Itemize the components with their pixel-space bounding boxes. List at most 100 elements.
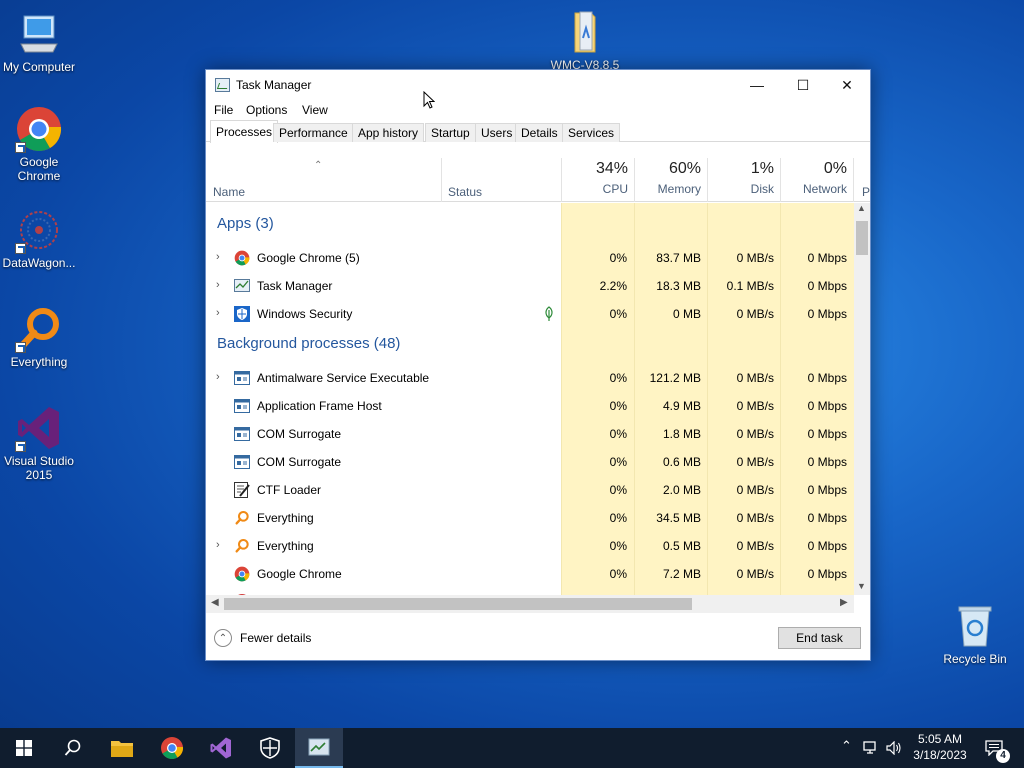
network-value: 0 Mbps	[807, 427, 847, 441]
memory-value: 4.9 MB	[662, 399, 701, 413]
scroll-right-arrow-icon[interactable]: ▶	[840, 597, 848, 608]
desktop-icon-google-chrome[interactable]: Google Chrome	[0, 105, 78, 183]
column-header-network[interactable]: 0% Network	[780, 158, 853, 202]
disk-label: Disk	[750, 182, 774, 196]
fewer-details-toggle[interactable]: ⌃ Fewer details	[214, 627, 324, 649]
desktop-icon-recycle-bin[interactable]: Recycle Bin	[936, 602, 1014, 666]
ctf-loader-icon	[234, 482, 250, 498]
search-icon	[64, 739, 81, 756]
desktop-icon-my-computer[interactable]: My Computer	[0, 10, 78, 74]
taskbar-visual-studio[interactable]	[197, 728, 245, 768]
expand-chevron-icon[interactable]: ›	[216, 307, 220, 319]
process-row[interactable]: › Windows Security 0% 0 MB 0 MB/s 0 Mbps	[206, 300, 854, 328]
tab-performance[interactable]: Performance	[273, 123, 354, 142]
tray-volume[interactable]	[883, 728, 905, 768]
column-header-disk[interactable]: 1% Disk	[707, 158, 780, 202]
network-icon	[863, 741, 876, 754]
tab-services[interactable]: Services	[562, 123, 621, 142]
group-label: Background processes (48)	[217, 335, 401, 352]
task-manager-icon	[234, 278, 250, 294]
vertical-scrollbar[interactable]: ▲ ▼	[854, 203, 870, 595]
disk-value: 0 MB/s	[736, 539, 774, 553]
process-row[interactable]: Application Frame Host 0% 4.9 MB 0 MB/s 0 Mb…	[206, 392, 854, 420]
desktop-icon-wmc-folder[interactable]: WMC-V8.8.5	[546, 8, 624, 72]
process-row[interactable]: Everything 0% 34.5 MB 0 MB/s 0 Mbps	[206, 504, 854, 532]
mouse-cursor-icon	[423, 91, 435, 109]
taskbar-task-manager[interactable]	[295, 728, 343, 768]
tab-details[interactable]: Details	[515, 123, 564, 142]
desktop-icon-datawagon[interactable]: DataWagon...	[0, 206, 78, 270]
taskbar-file-explorer[interactable]	[98, 728, 146, 768]
memory-value: 34.5 MB	[656, 511, 701, 525]
process-row[interactable]: CTF Loader 0% 2.0 MB 0 MB/s 0 Mbps	[206, 476, 854, 504]
tray-network[interactable]	[860, 728, 882, 768]
desktop-icon-label: DataWagon...	[2, 256, 76, 270]
column-header-cpu[interactable]: 34% CPU	[561, 158, 634, 202]
desktop-icon-label: Everything	[10, 355, 68, 369]
column-header-name[interactable]: Name	[206, 158, 441, 202]
shortcut-arrow-icon	[15, 342, 26, 353]
process-row-partial[interactable]	[206, 588, 854, 595]
expand-chevron-icon[interactable]: ›	[216, 371, 220, 383]
disk-value: 0 MB/s	[736, 511, 774, 525]
column-header-power[interactable]: P	[853, 158, 870, 202]
service-icon	[234, 398, 250, 414]
maximize-button[interactable]: ☐	[780, 70, 826, 100]
scroll-up-arrow-icon[interactable]: ▲	[857, 203, 866, 213]
scroll-left-arrow-icon[interactable]: ◀	[211, 597, 219, 608]
memory-value: 0.5 MB	[662, 539, 701, 553]
taskbar: ⌃ 5:05 AM 3/18/2023 4	[0, 728, 1024, 768]
process-name: Task Manager	[257, 279, 333, 293]
scroll-down-arrow-icon[interactable]: ▼	[857, 581, 866, 591]
process-row[interactable]: › Google Chrome (5) 0% 83.7 MB 0 MB/s 0 Mbps	[206, 244, 854, 272]
process-row[interactable]: › Task Manager 2.2% 18.3 MB 0.1 MB/s 0 Mbps	[206, 272, 854, 300]
tab-bar: Processes Performance App history Startu…	[206, 120, 870, 143]
process-name: Everything	[257, 511, 314, 525]
expand-chevron-icon[interactable]: ›	[216, 539, 220, 551]
title-bar[interactable]: Task Manager — ☐ ✕	[206, 70, 870, 100]
tab-app-history[interactable]: App history	[352, 123, 425, 142]
menu-view[interactable]: View	[302, 103, 328, 117]
taskbar-windows-security[interactable]	[246, 728, 294, 768]
expand-chevron-icon[interactable]: ›	[216, 251, 220, 263]
tab-users[interactable]: Users	[475, 123, 519, 142]
process-name: Google Chrome	[257, 567, 342, 581]
close-button[interactable]: ✕	[824, 70, 870, 100]
tray-clock[interactable]: 5:05 AM 3/18/2023	[908, 728, 972, 768]
column-header-memory[interactable]: 60% Memory	[634, 158, 707, 202]
service-icon	[234, 370, 250, 386]
tab-startup[interactable]: Startup	[425, 123, 476, 142]
service-icon	[234, 454, 250, 470]
start-button[interactable]	[0, 728, 48, 768]
tab-processes[interactable]: Processes	[210, 120, 279, 143]
process-row[interactable]: Google Chrome 0% 7.2 MB 0 MB/s 0 Mbps	[206, 560, 854, 588]
process-name: Application Frame Host	[257, 399, 382, 413]
horizontal-scrollbar[interactable]: ◀ ▶	[206, 595, 854, 613]
power-label: P	[862, 185, 871, 199]
volume-icon	[886, 741, 901, 755]
taskbar-chrome[interactable]	[148, 728, 196, 768]
menu-options[interactable]: Options	[246, 103, 287, 117]
column-status-label: Status	[448, 185, 483, 199]
expand-chevron-icon[interactable]: ›	[216, 279, 220, 291]
minimize-button[interactable]: —	[734, 70, 780, 100]
footer-bar: ⌃ Fewer details End task	[206, 622, 870, 660]
action-center-button[interactable]: 4	[978, 728, 1018, 768]
tray-show-hidden-button[interactable]: ⌃	[836, 728, 856, 768]
end-task-button[interactable]: End task	[778, 627, 861, 649]
process-row[interactable]: › Everything 0% 0.5 MB 0 MB/s 0 Mbps	[206, 532, 854, 560]
process-name: Antimalware Service Executable	[257, 371, 430, 385]
network-value: 0 Mbps	[807, 307, 847, 321]
desktop-icon-visual-studio[interactable]: Visual Studio 2015	[0, 404, 78, 482]
column-header-status[interactable]: Status	[441, 158, 561, 202]
horizontal-scroll-thumb[interactable]	[224, 598, 692, 610]
process-row[interactable]: COM Surrogate 0% 0.6 MB 0 MB/s 0 Mbps	[206, 448, 854, 476]
start-icon	[16, 740, 32, 756]
process-row[interactable]: COM Surrogate 0% 1.8 MB 0 MB/s 0 Mbps	[206, 420, 854, 448]
desktop-icon-everything[interactable]: Everything	[0, 305, 78, 369]
vertical-scroll-thumb[interactable]	[856, 221, 868, 255]
chrome-icon	[234, 250, 250, 266]
search-button[interactable]	[48, 728, 96, 768]
process-row[interactable]: › Antimalware Service Executable 0% 121.2 M…	[206, 364, 854, 392]
menu-file[interactable]: File	[214, 103, 233, 117]
